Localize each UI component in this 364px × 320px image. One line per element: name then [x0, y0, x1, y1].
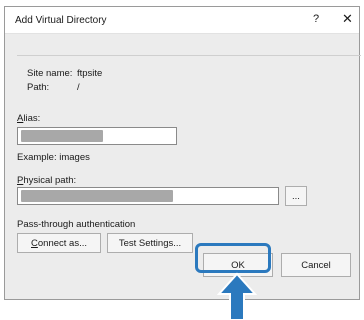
alias-example: Example: images	[17, 152, 90, 163]
physical-path-redaction	[21, 190, 173, 202]
ok-button-highlight	[195, 243, 271, 273]
physical-path-label: Physical path:	[17, 175, 77, 186]
path-row: Path: /	[27, 82, 80, 93]
site-name-row: Site name: ftpsite	[27, 68, 102, 79]
path-label: Path:	[27, 82, 50, 93]
connect-as-button[interactable]: Connect as...	[17, 233, 101, 253]
site-info-group: Site name: ftpsite Path: /	[17, 55, 361, 100]
site-name-label: Site name:	[27, 68, 73, 79]
site-name-value: ftpsite	[77, 68, 103, 79]
alias-redaction	[21, 130, 103, 142]
auth-label: Pass-through authentication	[17, 219, 136, 230]
path-value: /	[77, 82, 80, 93]
alias-label: Alias:	[17, 113, 41, 124]
title-bar: Add Virtual Directory ? ✕	[5, 7, 359, 34]
arrow-up-icon	[217, 272, 257, 320]
browse-button[interactable]: ...	[285, 186, 307, 206]
physical-path-input[interactable]	[17, 187, 279, 205]
alias-input[interactable]	[17, 127, 177, 145]
close-icon[interactable]: ✕	[342, 11, 353, 27]
add-virtual-directory-dialog: Add Virtual Directory ? ✕ Site name: ftp…	[4, 6, 361, 300]
test-settings-button[interactable]: Test Settings...	[107, 233, 193, 253]
help-button[interactable]: ?	[313, 13, 319, 25]
dialog-title: Add Virtual Directory	[15, 15, 107, 26]
cancel-button[interactable]: Cancel	[281, 253, 351, 277]
